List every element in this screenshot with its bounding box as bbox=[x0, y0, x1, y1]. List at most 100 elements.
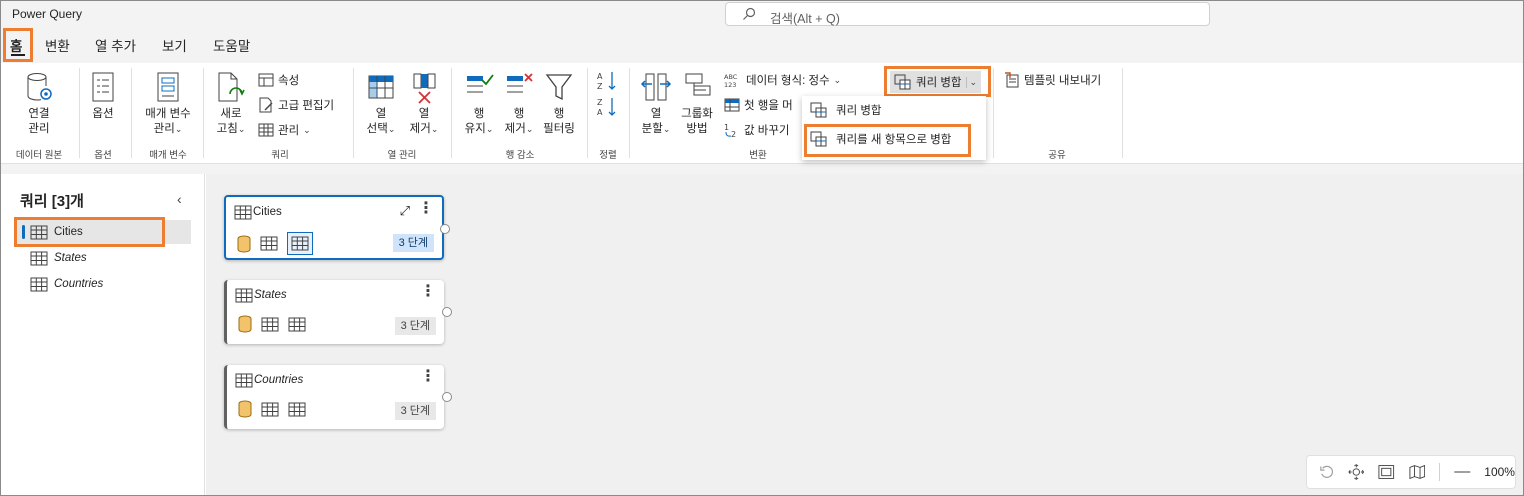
source-database-icon[interactable] bbox=[237, 235, 251, 253]
ribbon-separator bbox=[993, 68, 994, 158]
choose-columns-button[interactable]: 열 선택⌄ bbox=[360, 72, 402, 137]
step-count-badge[interactable]: 3 단계 bbox=[394, 317, 436, 335]
query-item-countries[interactable]: Countries bbox=[15, 272, 191, 296]
query-item-states[interactable]: States bbox=[15, 246, 191, 270]
manage-parameters-label-2: 관리⌄ bbox=[153, 123, 183, 135]
refresh-label-2: 고침⌄ bbox=[216, 123, 246, 135]
properties-button[interactable]: 속성 bbox=[258, 72, 299, 88]
search-box[interactable]: 검색(Alt + Q) bbox=[725, 2, 1210, 26]
source-database-icon[interactable] bbox=[238, 400, 252, 418]
remove-rows-button[interactable]: 행 제거⌄ bbox=[498, 72, 540, 137]
use-first-row-button[interactable]: 첫 행을 머 bbox=[724, 97, 793, 113]
more-options-icon[interactable]: ⋮ bbox=[420, 284, 436, 300]
refresh-button[interactable]: 새로 고침⌄ bbox=[210, 72, 252, 137]
ribbon-shadow bbox=[1, 164, 1523, 174]
manage-query-button[interactable]: 관리 ⌄ bbox=[258, 122, 311, 138]
split-column-icon bbox=[640, 73, 672, 101]
table-icon bbox=[234, 205, 252, 220]
zoom-level[interactable]: 100% bbox=[1484, 465, 1515, 479]
svg-text:2: 2 bbox=[731, 130, 736, 138]
manage-parameters-button[interactable]: 매개 변수 관리⌄ bbox=[136, 72, 200, 137]
step-count-badge[interactable]: 3 단계 bbox=[394, 402, 436, 420]
highlight-merge-as-new bbox=[804, 124, 971, 157]
query-card-countries[interactable]: Countries ⋮ 3 단계 bbox=[224, 365, 452, 429]
filter-rows-button[interactable]: 행 필터링 bbox=[538, 72, 580, 137]
sort-ascending-button[interactable]: AZ bbox=[594, 70, 620, 95]
more-options-icon[interactable]: ⋮ bbox=[420, 369, 436, 385]
export-template-button[interactable]: 템플릿 내보내기 bbox=[1004, 72, 1101, 88]
tab-view[interactable]: 보기 bbox=[162, 35, 187, 55]
group-parameters: 매개 변수 bbox=[149, 150, 187, 161]
group-by-label-1: 그룹화 bbox=[681, 108, 713, 120]
more-options-icon[interactable]: ⋮ bbox=[418, 201, 434, 217]
tab-add-column[interactable]: 열 추가 bbox=[95, 35, 136, 55]
split-column-button[interactable]: 열 분할⌄ bbox=[636, 72, 676, 137]
query-card-states[interactable]: States ⋮ 3 단계 bbox=[224, 280, 452, 344]
step-table-icon[interactable] bbox=[288, 317, 306, 332]
table-icon bbox=[235, 373, 253, 388]
ribbon-separator bbox=[587, 68, 588, 158]
manage-connections-button[interactable]: 연결 관리 bbox=[16, 72, 62, 137]
keep-rows-button[interactable]: 행 유지⌄ bbox=[458, 72, 500, 137]
split-column-label-2: 분할⌄ bbox=[641, 123, 671, 135]
ribbon-separator bbox=[79, 68, 80, 158]
queries-pane-title: 쿼리 [3]개 bbox=[20, 193, 84, 210]
group-data-source: 데이터 원본 bbox=[15, 150, 63, 161]
group-options: 옵션 bbox=[94, 150, 112, 161]
svg-text:A: A bbox=[597, 108, 603, 117]
selected-step-table-icon[interactable] bbox=[287, 232, 313, 255]
expand-icon[interactable]: ⤢ bbox=[400, 203, 410, 219]
tab-help[interactable]: 도움말 bbox=[213, 35, 250, 55]
output-port[interactable] bbox=[440, 224, 450, 234]
source-database-icon[interactable] bbox=[238, 315, 252, 333]
replace-values-label: 값 바꾸기 bbox=[744, 125, 790, 137]
group-sort: 정렬 bbox=[599, 150, 617, 161]
remove-columns-icon bbox=[413, 73, 436, 104]
step-table-icon[interactable] bbox=[261, 402, 279, 417]
ribbon-separator bbox=[353, 68, 354, 158]
collapse-chevron-icon[interactable]: ‹ bbox=[177, 191, 182, 207]
database-gear-icon bbox=[27, 73, 52, 101]
output-port[interactable] bbox=[442, 307, 452, 317]
highlight-query-cities bbox=[14, 217, 165, 247]
filter-rows-label-1: 행 bbox=[553, 108, 565, 120]
keep-rows-icon bbox=[467, 74, 494, 93]
use-first-row-label: 첫 행을 머 bbox=[744, 100, 793, 112]
step-table-icon[interactable] bbox=[260, 236, 278, 251]
zoom-separator bbox=[1439, 463, 1441, 481]
step-table-icon[interactable] bbox=[288, 402, 306, 417]
query-card-cities[interactable]: Cities ⤢ ⋮ 3 단계 bbox=[224, 195, 450, 260]
zoom-out-icon[interactable]: — bbox=[1454, 463, 1470, 481]
remove-columns-label-1: 열 bbox=[418, 108, 430, 120]
replace-values-icon: 12 bbox=[724, 123, 736, 138]
minimap-icon[interactable] bbox=[1409, 464, 1426, 480]
data-type-icon: ABC123 bbox=[724, 73, 738, 88]
sort-descending-button[interactable]: ZA bbox=[594, 96, 620, 121]
step-count-badge[interactable]: 3 단계 bbox=[392, 234, 434, 252]
svg-text:A: A bbox=[597, 72, 603, 81]
svg-text:ABC: ABC bbox=[724, 73, 738, 81]
manage-parameters-label-1: 매개 변수 bbox=[145, 108, 191, 120]
tab-transform[interactable]: 변환 bbox=[45, 35, 70, 55]
options-button[interactable]: 옵션 bbox=[86, 72, 120, 122]
advanced-editor-button[interactable]: 고급 편집기 bbox=[258, 97, 334, 113]
data-type-button[interactable]: ABC 123 데이터 형식: 정수 ⌄ bbox=[724, 72, 841, 88]
advanced-editor-label: 고급 편집기 bbox=[278, 100, 335, 112]
center-view-icon[interactable] bbox=[1348, 463, 1365, 481]
remove-columns-button[interactable]: 열 제거⌄ bbox=[404, 72, 444, 137]
remove-rows-label-2: 제거⌄ bbox=[504, 123, 534, 135]
step-table-icon[interactable] bbox=[261, 317, 279, 332]
reset-layout-icon[interactable] bbox=[1319, 464, 1334, 480]
export-template-icon bbox=[1005, 72, 1019, 88]
highlight-tab-home bbox=[3, 28, 33, 62]
export-template-label: 템플릿 내보내기 bbox=[1024, 75, 1102, 87]
options-label: 옵션 bbox=[92, 108, 114, 120]
data-type-label: 데이터 형식: 정수 bbox=[746, 75, 830, 87]
table-icon bbox=[258, 123, 274, 137]
menu-item-merge-queries[interactable]: 쿼리 병합 bbox=[810, 102, 882, 118]
replace-values-button[interactable]: 12 값 바꾸기 bbox=[724, 122, 790, 138]
search-icon bbox=[743, 7, 756, 20]
fit-to-screen-icon[interactable] bbox=[1378, 464, 1395, 480]
group-by-button[interactable]: 그룹화 방법 bbox=[676, 72, 718, 137]
output-port[interactable] bbox=[442, 392, 452, 402]
